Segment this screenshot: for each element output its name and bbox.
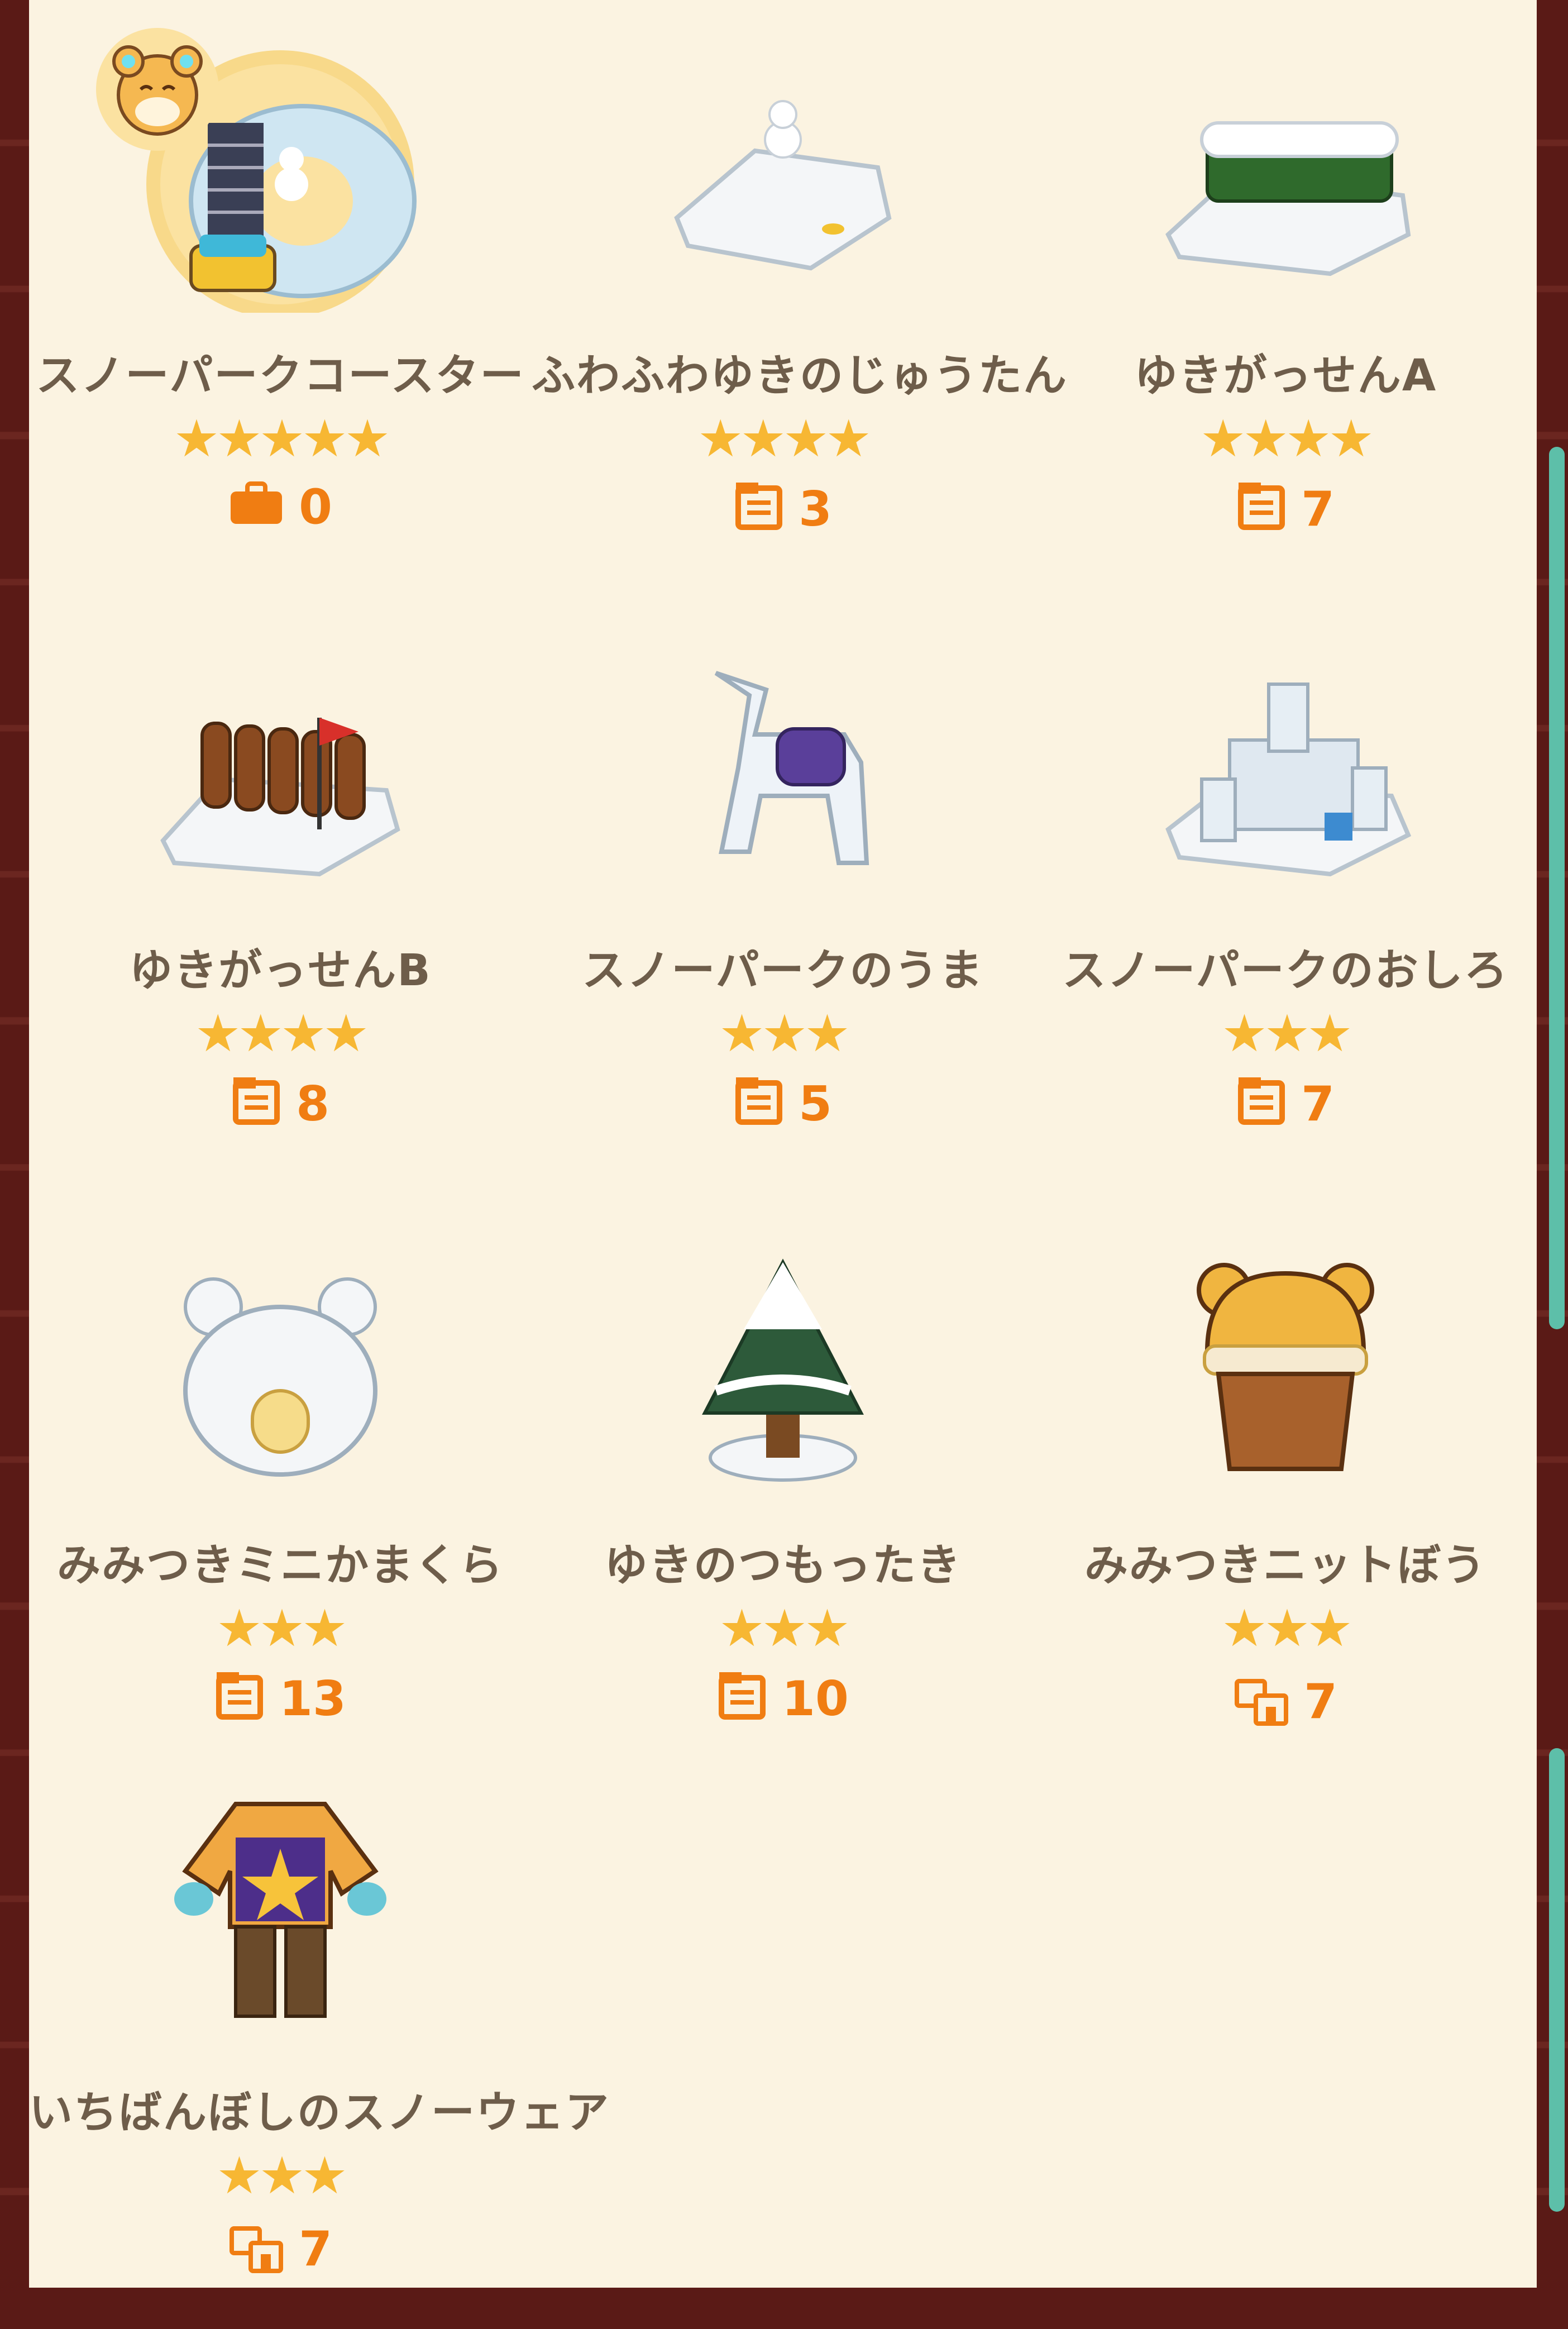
list-item-snowy-tree[interactable]: ゆきのつもったき ★★★ 10 [532, 1190, 1034, 1782]
star-rating: ★★★★★ [173, 409, 390, 469]
material-icon [734, 480, 784, 538]
item-name: みみつきミニかまくら [56, 1540, 504, 1591]
star-rating: ★★★ [1221, 1598, 1352, 1658]
clothing-shop-icon [1234, 1670, 1289, 1734]
villager-face-icon [90, 22, 224, 156]
clothing-shop-icon [228, 2217, 284, 2281]
snowwear-image [141, 1770, 420, 2050]
star-rating: ★★★★ [195, 1004, 369, 1063]
item-name: スノーパークコースター [36, 351, 525, 401]
knit-hat-image [1146, 1223, 1425, 1502]
star-rating: ★★★ [719, 1004, 850, 1063]
item-count: 10 [532, 1670, 1034, 1728]
snowball-fight-b-image [141, 628, 420, 908]
item-count: 7 [29, 2217, 532, 2281]
material-icon [231, 1075, 281, 1133]
list-item-snowball-fight-b[interactable]: ゆきがっせんB ★★★★ 8 [29, 595, 532, 1187]
snow-horse-image [643, 628, 922, 908]
item-count: 0 [29, 480, 532, 534]
material-icon [214, 1670, 265, 1728]
item-name: いちばんぼしのスノーウェア [29, 2088, 610, 2138]
star-rating: ★★★★ [1200, 409, 1374, 469]
item-count: 13 [29, 1670, 532, 1728]
item-name: スノーパークのおしろ [1062, 946, 1509, 996]
item-name: ゆきのつもったき [604, 1540, 962, 1591]
list-item-eared-knit-hat[interactable]: みみつきニットぼう ★★★ 7 [1034, 1190, 1537, 1782]
item-name: みみつきニットぼう [1084, 1540, 1486, 1591]
item-name: ゆきがっせんA [1134, 351, 1437, 401]
list-item-star-snowwear[interactable]: いちばんぼしのスノーウェア ★★★ 7 [29, 1737, 610, 2329]
item-name: ゆきがっせんB [129, 946, 432, 996]
star-rating: ★★★ [216, 1598, 347, 1658]
item-count: 5 [532, 1075, 1034, 1133]
item-name: ふわふわゆきのじゅうたん [532, 351, 1068, 401]
item-list-panel: スノーパークコースター ★★★★★ 0 ふわふわゆきのじゅうたん ★★★★ 3 [29, 0, 1565, 2288]
snowball-fight-a-image [1146, 34, 1425, 313]
material-icon [1236, 480, 1287, 538]
star-rating: ★★★ [719, 1598, 850, 1658]
list-item-snow-park-horse[interactable]: スノーパークのうま ★★★ 5 [532, 595, 1034, 1187]
bag-icon [228, 481, 284, 534]
list-item-eared-mini-igloo[interactable]: みみつきミニかまくら ★★★ 13 [29, 1190, 532, 1782]
snow-castle-image [1146, 628, 1425, 908]
list-item-snowball-fight-a[interactable]: ゆきがっせんA ★★★★ 7 [1034, 0, 1537, 592]
item-count: 7 [1034, 1670, 1537, 1734]
star-rating: ★★★★ [697, 409, 872, 469]
list-item-snow-park-coaster[interactable]: スノーパークコースター ★★★★★ 0 [29, 0, 532, 592]
mini-igloo-image [141, 1223, 420, 1502]
item-count: 7 [1034, 1075, 1537, 1133]
material-icon [717, 1670, 767, 1728]
scrollbar-thumb-secondary[interactable] [1549, 1748, 1565, 2212]
item-name: スノーパークのうま [582, 946, 984, 996]
star-rating: ★★★ [1221, 1004, 1352, 1063]
item-count: 3 [532, 480, 1034, 538]
star-rating: ★★★ [216, 2146, 347, 2206]
material-icon [1236, 1075, 1287, 1133]
scrollbar-thumb[interactable] [1549, 447, 1565, 1329]
material-icon [734, 1075, 784, 1133]
item-count: 7 [1034, 480, 1537, 538]
snowy-tree-image [643, 1223, 922, 1502]
snow-rug-image [643, 34, 922, 313]
item-count: 8 [29, 1075, 532, 1133]
list-item-fluffy-snow-rug[interactable]: ふわふわゆきのじゅうたん ★★★★ 3 [532, 0, 1068, 592]
list-item-snow-park-castle[interactable]: スノーパークのおしろ ★★★ 7 [1034, 595, 1537, 1187]
